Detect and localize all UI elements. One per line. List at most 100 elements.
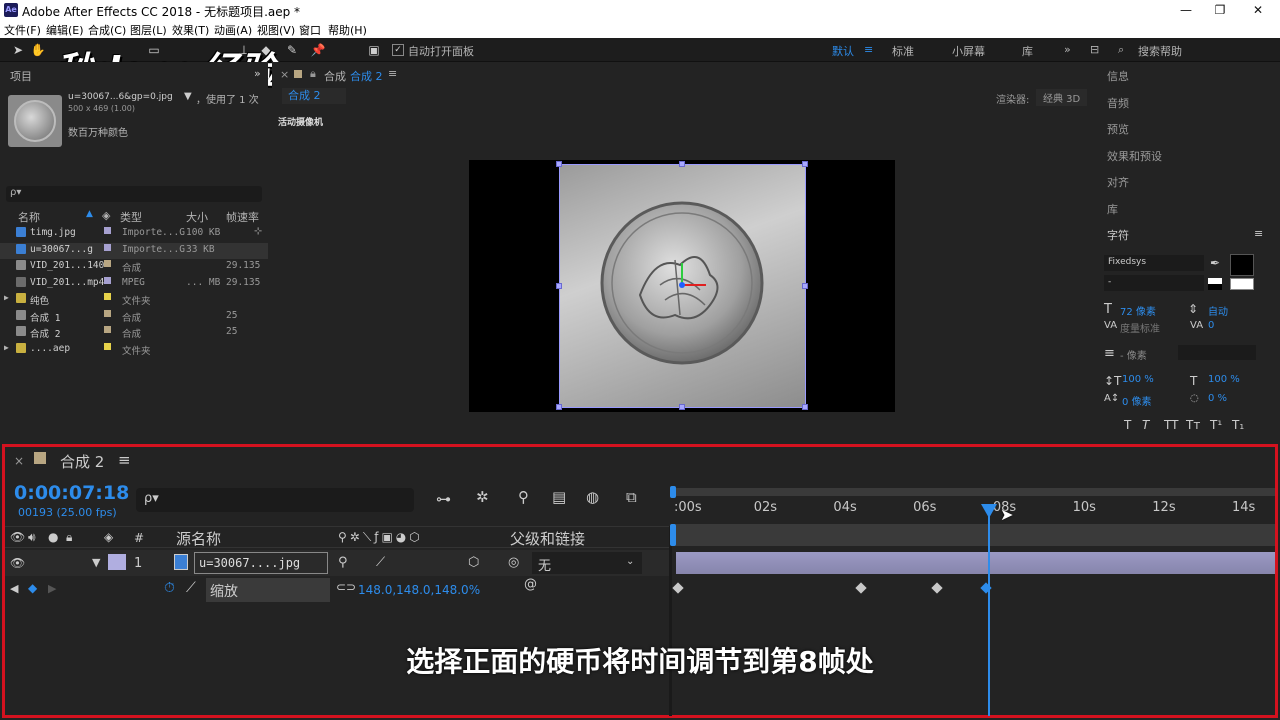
frame-blending-icon[interactable]: ▤ bbox=[552, 488, 566, 506]
folder-expand-icon[interactable]: ▶ bbox=[4, 343, 9, 352]
label-color-swatch[interactable] bbox=[104, 309, 111, 317]
panel-effects-presets[interactable]: 效果和预设 bbox=[1107, 148, 1162, 164]
time-navigator[interactable] bbox=[672, 524, 1275, 546]
shy-switch-icon[interactable]: ⚲ bbox=[338, 555, 348, 570]
navigator-start-handle[interactable] bbox=[670, 524, 676, 546]
draft-3d-icon[interactable]: ✲ bbox=[476, 488, 489, 506]
current-time-indicator[interactable] bbox=[987, 506, 990, 716]
vertical-scale-value[interactable]: 100 % bbox=[1122, 374, 1154, 385]
eyedropper-icon[interactable]: ✒ bbox=[1210, 256, 1220, 270]
label-color-swatch[interactable] bbox=[104, 227, 111, 234]
timeline-search-input[interactable]: ρ▾ bbox=[136, 488, 414, 512]
source-name-header[interactable]: 源名称 bbox=[176, 528, 221, 549]
layer-expand-icon[interactable]: ▼ bbox=[92, 556, 100, 569]
all-caps-button[interactable]: TT bbox=[1164, 418, 1178, 432]
leading-value[interactable]: 自动 bbox=[1208, 303, 1228, 318]
auto-open-checkbox[interactable]: ✓ bbox=[392, 44, 404, 56]
project-row[interactable]: ▶ 纯色 文件夹 bbox=[0, 292, 268, 308]
column-type[interactable]: 类型 bbox=[120, 209, 142, 224]
sort-asc-icon[interactable]: ▲ bbox=[86, 209, 93, 223]
menu-composition[interactable]: 合成(C) bbox=[88, 22, 126, 38]
black-swatch[interactable] bbox=[1208, 284, 1222, 290]
roto-brush-tool-icon[interactable]: ✎ bbox=[284, 42, 300, 58]
column-fps[interactable]: 帧速率 bbox=[226, 209, 259, 224]
workspace-default[interactable]: 默认 bbox=[832, 43, 854, 59]
layer-label-swatch[interactable] bbox=[108, 554, 126, 570]
selection-tool-icon[interactable]: ➤ bbox=[10, 42, 26, 58]
constrain-proportions-icon[interactable]: ⊂⊃ bbox=[336, 580, 356, 594]
workspace-menu-icon[interactable]: ≡ bbox=[864, 43, 873, 56]
parent-link-header[interactable]: 父级和链接 bbox=[510, 528, 585, 549]
label-color-swatch[interactable] bbox=[104, 243, 111, 251]
workspace-small-screen[interactable]: 小屏幕 bbox=[952, 43, 985, 59]
workspace-standard[interactable]: 标准 bbox=[892, 43, 914, 59]
character-menu-icon[interactable]: ≡ bbox=[1254, 227, 1263, 240]
parent-pickwhip-icon[interactable]: ◎ bbox=[508, 555, 519, 570]
parent-dropdown-icon[interactable]: ⌄ bbox=[626, 556, 634, 567]
panel-preview[interactable]: 预览 bbox=[1107, 121, 1129, 137]
panel-expand-icon[interactable]: » bbox=[254, 67, 261, 80]
sync-icon[interactable]: ⊟ bbox=[1090, 43, 1099, 56]
comp-chip[interactable]: 合成 2 bbox=[282, 88, 346, 104]
workspace-library[interactable]: 库 bbox=[1022, 43, 1033, 59]
layer-name[interactable]: u=30067....jpg bbox=[194, 552, 328, 574]
horizontal-scale-value[interactable]: 100 % bbox=[1208, 374, 1240, 385]
menu-view[interactable]: 视图(V) bbox=[257, 22, 295, 38]
layer-visibility-icon[interactable]: 👁︎ bbox=[10, 556, 25, 570]
solo-toggle-icon[interactable]: ● bbox=[48, 530, 58, 544]
superscript-button[interactable]: T¹ bbox=[1210, 418, 1222, 432]
more-workspaces-icon[interactable]: » bbox=[1064, 43, 1071, 56]
quality-switch-icon[interactable]: ⟋ bbox=[376, 555, 385, 570]
menu-file[interactable]: 文件(F) bbox=[4, 22, 41, 38]
stopwatch-icon[interactable]: ⏱ bbox=[164, 580, 175, 596]
project-row[interactable]: timg.jpg Importe...G 100 KB bbox=[0, 226, 268, 242]
lock-icon[interactable]: 🔒︎ bbox=[310, 67, 316, 81]
snapping-icon[interactable]: ▣ bbox=[366, 42, 382, 58]
project-dropdown-icon[interactable]: ▼ bbox=[184, 91, 192, 102]
project-row[interactable]: 合成 2 合成 25 bbox=[0, 325, 268, 341]
project-row[interactable]: u=30067...g Importe...G 33 KB bbox=[0, 242, 268, 259]
timeline-menu-icon[interactable]: ≡ bbox=[118, 451, 131, 469]
column-name[interactable]: 名称 bbox=[18, 209, 40, 224]
puppet-tool-icon[interactable]: 📌 bbox=[310, 42, 326, 58]
panel-audio[interactable]: 音频 bbox=[1107, 95, 1129, 111]
playhead-handle[interactable] bbox=[980, 504, 997, 518]
label-color-swatch[interactable] bbox=[104, 293, 111, 300]
subscript-button[interactable]: T₁ bbox=[1232, 418, 1244, 432]
small-caps-button[interactable]: Tт bbox=[1186, 418, 1200, 432]
project-row[interactable]: 合成 1 合成 25 bbox=[0, 309, 268, 325]
font-size-value[interactable]: 72 像素 bbox=[1120, 303, 1156, 318]
label-color-swatch[interactable] bbox=[104, 342, 111, 350]
kerning-value[interactable]: 度量标准 bbox=[1120, 320, 1160, 335]
search-help-input[interactable]: 搜索帮助 bbox=[1138, 43, 1182, 59]
menu-window[interactable]: 窗口 bbox=[299, 22, 321, 38]
stroke-type-select[interactable] bbox=[1178, 345, 1256, 360]
stroke-color-swatch[interactable] bbox=[1230, 278, 1254, 290]
stroke-width-value[interactable]: - 像素 bbox=[1120, 347, 1147, 362]
label-column-icon[interactable]: ◈ bbox=[102, 209, 110, 223]
menu-help[interactable]: 帮助(H) bbox=[328, 22, 367, 38]
graph-editor-icon[interactable]: ⧉ bbox=[626, 488, 637, 506]
label-color-swatch[interactable] bbox=[104, 260, 111, 267]
timeline-close-icon[interactable]: × bbox=[14, 454, 24, 468]
label-header-icon[interactable]: ◈ bbox=[104, 530, 113, 544]
comp-mini-flowchart-icon[interactable]: ⊶ bbox=[436, 490, 451, 508]
tracking-value[interactable]: 0 bbox=[1208, 320, 1214, 331]
project-row[interactable]: VID_201...mp4 MPEG ... MB 29.135 bbox=[0, 276, 268, 292]
scale-value[interactable]: 148.0,148.0,148.0% bbox=[358, 583, 480, 597]
layer-duration-bar[interactable] bbox=[676, 552, 1275, 574]
prev-keyframe-icon[interactable]: ◀ bbox=[10, 582, 18, 595]
project-tab[interactable]: 项目 bbox=[10, 68, 32, 84]
font-family-select[interactable]: Fixedsys bbox=[1104, 255, 1204, 271]
italic-button[interactable]: T bbox=[1142, 418, 1149, 432]
panel-library[interactable]: 库 bbox=[1107, 201, 1118, 217]
renderer-select[interactable]: 经典 3D bbox=[1036, 89, 1088, 106]
3d-layer-switch-icon[interactable]: ⬡ bbox=[468, 555, 479, 570]
menu-effect[interactable]: 效果(T) bbox=[172, 22, 209, 38]
switches-header-icons[interactable]: ⚲✲⟍ƒ▣◕⬡ bbox=[338, 530, 423, 545]
baseline-shift-value[interactable]: 0 像素 bbox=[1122, 393, 1152, 408]
current-timecode[interactable]: 0:00:07:18 bbox=[14, 482, 129, 504]
lock-toggle-icon[interactable]: 🔒︎ bbox=[66, 530, 72, 545]
menu-edit[interactable]: 编辑(E) bbox=[46, 22, 84, 38]
column-size[interactable]: 大小 bbox=[186, 209, 208, 224]
